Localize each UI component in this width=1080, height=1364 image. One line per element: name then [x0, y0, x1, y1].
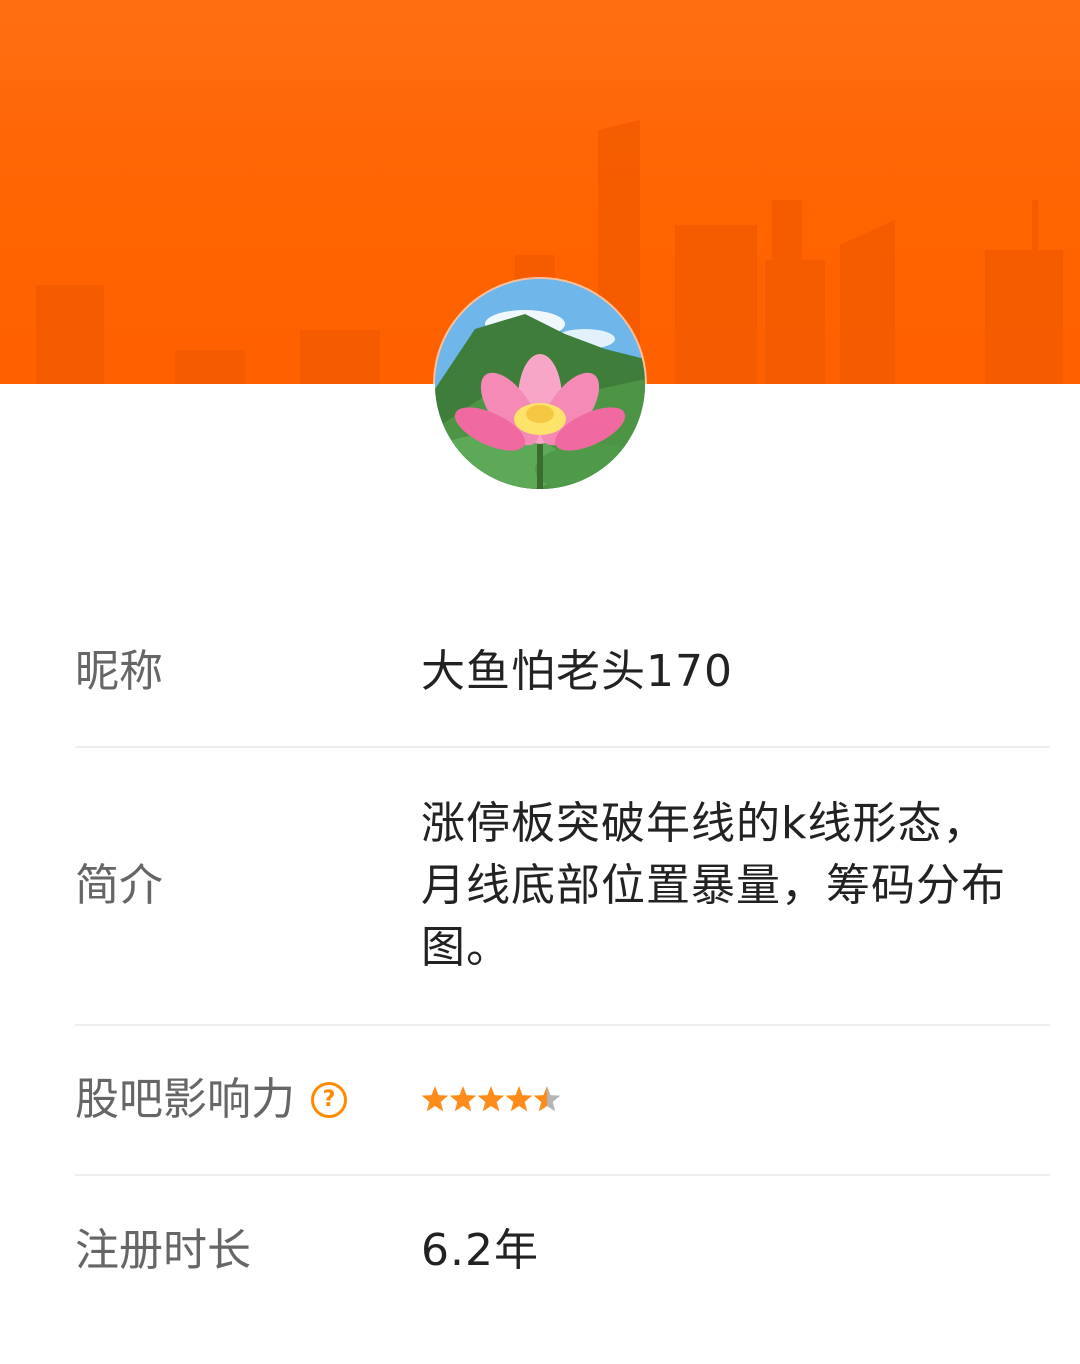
- lotus-flower-image: [435, 279, 645, 489]
- star-icon: [421, 1086, 449, 1112]
- star-icon: [449, 1086, 477, 1112]
- star-icon: [533, 1086, 561, 1112]
- influence-row: 股吧影响力 ?: [75, 1026, 1050, 1176]
- registration-duration-row: 注册时长 6.2年: [75, 1176, 1050, 1326]
- star-icon: [477, 1086, 505, 1112]
- nickname-row: 昵称 大鱼怕老头170: [75, 598, 1050, 748]
- nickname-value: 大鱼怕老头170: [421, 646, 733, 697]
- star-rating: [421, 1086, 561, 1112]
- registration-duration-value: 6.2年: [421, 1225, 539, 1276]
- influence-rating: [421, 1084, 1050, 1116]
- star-icon: [505, 1086, 533, 1112]
- registration-duration-label: 注册时长: [75, 1225, 251, 1276]
- question-circle-icon[interactable]: ?: [311, 1082, 347, 1118]
- influence-label-group: 股吧影响力 ?: [75, 1070, 421, 1130]
- bio-value: 涨停板突破年线的k线形态，月线底部位置暴量，筹码分布图。: [421, 798, 1006, 973]
- nickname-label: 昵称: [75, 646, 163, 697]
- profile-page: 昵称 大鱼怕老头170 简介 涨停板突破年线的k线形态，月线底部位置暴量，筹码分…: [0, 0, 1080, 1364]
- profile-info-list: 昵称 大鱼怕老头170 简介 涨停板突破年线的k线形态，月线底部位置暴量，筹码分…: [75, 598, 1050, 1326]
- avatar[interactable]: [435, 279, 645, 489]
- influence-label: 股吧影响力: [75, 1074, 295, 1125]
- bio-label: 简介: [75, 860, 163, 911]
- bio-row: 简介 涨停板突破年线的k线形态，月线底部位置暴量，筹码分布图。: [75, 748, 1050, 1026]
